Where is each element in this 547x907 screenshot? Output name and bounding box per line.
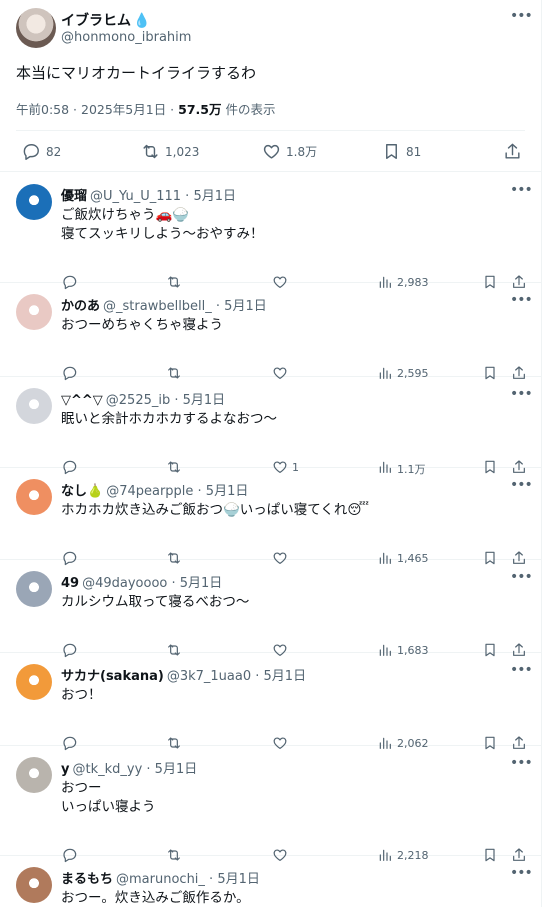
more-icon[interactable]: ••• — [510, 662, 533, 678]
reply-tweet: 49 @49dayoooo · 5月1日 ••• カルシウム取って寝るべおつ～ 1,68… — [0, 560, 541, 658]
reply-text: カルシウム取って寝るべおつ～ — [61, 593, 249, 612]
share-button[interactable] — [503, 142, 527, 161]
more-icon[interactable]: ••• — [510, 8, 533, 24]
more-icon[interactable]: ••• — [510, 755, 533, 771]
share-icon — [505, 143, 520, 159]
repost-button[interactable]: 1,023 — [141, 142, 199, 161]
reply-text-line: いっぱい寝よう — [61, 799, 156, 815]
author-handle[interactable]: @74pearpple · 5月1日 — [106, 484, 248, 499]
reply-header: 49 @49dayoooo · 5月1日 — [61, 572, 222, 591]
like-button[interactable]: 1.8万 — [262, 142, 317, 161]
reply-count: 82 — [46, 144, 62, 159]
reply-header: かのあ @_strawbellbell_ · 5月1日 — [61, 295, 267, 314]
reply-text-line: ホカホカ炊き込みご飯おつ🍚いっぱい寝てくれ😴 — [61, 502, 370, 518]
reply-button[interactable]: 82 — [22, 142, 61, 161]
reply-tweet: y @tk_kd_yy · 5月1日 ••• おつー いっぱい寝よう 2,218 — [0, 746, 541, 863]
reply-text-line: 眠いと余計ホカホカするよなおつ～ — [61, 411, 277, 427]
reply-header: まるもち @marunochi_ · 5月1日 — [61, 868, 260, 887]
reply-text-line: おつー — [61, 780, 102, 796]
author-name[interactable]: かのあ — [61, 299, 100, 314]
author-name[interactable]: 優瑠 — [61, 189, 87, 204]
reply-text: ご飯炊けちゃう🚗🍚 寝てスッキリしよう～おやすみ！ — [61, 206, 264, 244]
author-handle[interactable]: @49dayoooo · 5月1日 — [82, 576, 222, 591]
author-name[interactable]: 49 — [61, 576, 79, 591]
author-name-text: イブラヒム — [61, 13, 131, 29]
reply-text: おつ！ — [61, 686, 102, 705]
heart-icon — [263, 144, 280, 159]
divider — [16, 130, 525, 131]
bookmark-count: 81 — [406, 144, 422, 159]
droplet-icon: 💧 — [133, 13, 151, 29]
reply-text-line: 寝てスッキリしよう～おやすみ！ — [61, 226, 264, 242]
reply-tweet: まるもち @marunochi_ · 5月1日 ••• おつー。炊き込みご飯作るか。 — [0, 856, 541, 907]
author-name[interactable]: イブラヒム 💧 — [61, 10, 150, 30]
avatar[interactable] — [16, 571, 52, 607]
views-suffix: 件の表示 — [221, 102, 276, 117]
reply-tweet: なし🍐 @74pearpple · 5月1日 ••• ホカホカ炊き込みご飯おつ🍚いっぱ… — [0, 468, 541, 566]
more-icon[interactable]: ••• — [510, 477, 533, 493]
more-icon[interactable]: ••• — [510, 292, 533, 308]
bookmark-icon — [386, 144, 397, 159]
reply-text: ホカホカ炊き込みご飯おつ🍚いっぱい寝てくれ😴 — [61, 501, 369, 520]
avatar[interactable] — [16, 757, 52, 793]
author-handle[interactable]: @tk_kd_yy · 5月1日 — [72, 762, 197, 777]
reply-icon — [23, 144, 39, 160]
tweet-meta: 午前0:58 · 2025年5月1日 · 57.5万 件の表示 — [16, 99, 275, 118]
avatar[interactable] — [16, 294, 52, 330]
avatar[interactable] — [16, 388, 52, 424]
author-name[interactable]: サカナ(sakana) — [61, 669, 164, 684]
reply-tweet: サカナ(sakana) @3k7_1uaa0 · 5月1日 ••• おつ！ 2,062 — [0, 653, 541, 751]
repost-count: 1,023 — [165, 144, 200, 159]
reply-text: 眠いと余計ホカホカするよなおつ～ — [61, 410, 277, 429]
author-name[interactable]: なし🍐 — [61, 484, 103, 499]
author-handle[interactable]: @honmono_ibrahim — [61, 30, 191, 45]
reply-header: なし🍐 @74pearpple · 5月1日 — [61, 480, 248, 499]
column-border — [541, 0, 542, 907]
tweet-text: 本当にマリオカートイライラするわ — [16, 64, 257, 82]
author-handle[interactable]: @U_Yu_U_111 · 5月1日 — [90, 189, 236, 204]
main-tweet: イブラヒム 💧 @honmono_ibrahim ••• 本当にマリオカートイライ… — [0, 0, 541, 172]
more-icon[interactable]: ••• — [510, 386, 533, 402]
repost-icon — [143, 144, 158, 159]
reply-text: おつー。炊き込みご飯作るか。 — [61, 889, 250, 907]
author-handle[interactable]: @_strawbellbell_ · 5月1日 — [103, 299, 267, 314]
reply-header: 優瑠 @U_Yu_U_111 · 5月1日 — [61, 185, 236, 204]
reply-header: ▽^^▽ @2525_ib · 5月1日 — [61, 389, 225, 408]
reply-text-line: おつ！ — [61, 687, 102, 703]
more-icon[interactable]: ••• — [510, 569, 533, 585]
reply-tweet: 優瑠 @U_Yu_U_111 · 5月1日 ••• ご飯炊けちゃう🚗🍚 寝てスッキリしよ… — [0, 173, 541, 290]
tweet-thread: イブラヒム 💧 @honmono_ibrahim ••• 本当にマリオカートイライ… — [0, 0, 547, 907]
author-name[interactable]: y — [61, 762, 69, 777]
reply-text-line: おつー。炊き込みご飯作るか。 — [61, 890, 250, 906]
views-count: 57.5万 — [178, 102, 222, 117]
avatar[interactable] — [16, 867, 52, 903]
author-name[interactable]: まるもち — [61, 872, 113, 887]
reply-text: おつーめちゃくちゃ寝よう — [61, 316, 223, 335]
reply-text-line: ご飯炊けちゃう🚗🍚 — [61, 207, 190, 223]
author-handle[interactable]: @2525_ib · 5月1日 — [106, 393, 225, 408]
author-handle[interactable]: @marunochi_ · 5月1日 — [116, 872, 260, 887]
reply-header: y @tk_kd_yy · 5月1日 — [61, 758, 197, 777]
bookmark-button[interactable]: 81 — [382, 142, 421, 161]
reply-text-line: カルシウム取って寝るべおつ～ — [61, 594, 250, 610]
like-count: 1.8万 — [286, 145, 318, 159]
more-icon[interactable]: ••• — [510, 182, 533, 198]
reply-text: おつーいっぱい寝よう — [61, 779, 156, 817]
reply-text-line: おつーめちゃくちゃ寝よう — [61, 317, 223, 333]
avatar[interactable] — [16, 184, 52, 220]
timestamp[interactable]: 午前0:58 · 2025年5月1日 · — [16, 102, 178, 117]
reply-tweet: かのあ @_strawbellbell_ · 5月1日 ••• おつーめちゃくちゃ寝よ… — [0, 283, 541, 381]
avatar[interactable] — [16, 664, 52, 700]
avatar[interactable] — [16, 8, 56, 48]
avatar[interactable] — [16, 479, 52, 515]
author-handle[interactable]: @3k7_1uaa0 · 5月1日 — [167, 669, 306, 684]
reply-header: サカナ(sakana) @3k7_1uaa0 · 5月1日 — [61, 665, 306, 684]
reply-tweet: ▽^^▽ @2525_ib · 5月1日 ••• 眠いと余計ホカホカするよなおつ～ 1 1… — [0, 377, 541, 476]
author-name[interactable]: ▽^^▽ — [61, 393, 103, 408]
more-icon[interactable]: ••• — [510, 865, 533, 881]
